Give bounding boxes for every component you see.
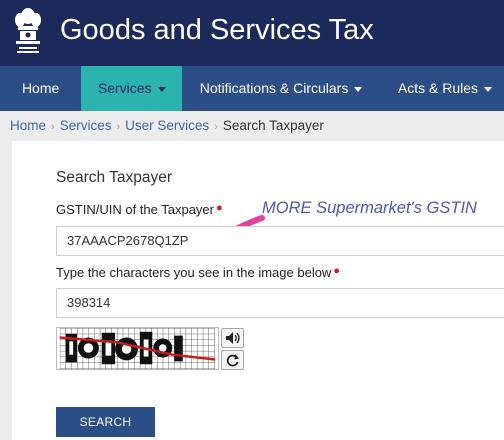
captcha-label-text: Type the characters you see in the image… [56,265,332,280]
breadcrumb: Home › Services › User Services › Search Taxpa… [0,111,504,141]
required-marker: ● [333,265,340,277]
captcha-audio-button[interactable] [221,328,244,348]
breadcrumb-services[interactable]: Services [60,118,112,133]
breadcrumb-user-services[interactable]: User Services [125,118,209,133]
breadcrumb-home[interactable]: Home [10,118,46,133]
nav-home-label: Home [21,80,60,96]
nav-acts-rules[interactable]: Acts & Rules [380,66,504,111]
captcha-refresh-button[interactable] [221,350,244,370]
header: Goods and Services Tax [0,0,504,66]
breadcrumb-separator-icon: › [116,121,121,133]
speaker-icon [226,332,240,344]
breadcrumb-current: Search Taxpayer [222,118,324,133]
main-nav: Home Services Notifications & Circulars … [0,66,504,111]
chevron-down-icon [157,86,166,92]
chevron-down-icon [354,86,363,92]
captcha-input[interactable]: 398314 [56,288,504,318]
captcha-image [56,327,219,370]
search-button[interactable]: SEARCH [56,407,155,437]
refresh-icon [226,354,239,367]
breadcrumb-separator-icon: › [214,121,218,133]
nav-notifications[interactable]: Notifications & Circulars [182,66,380,111]
form-title: Search Taxpayer [56,169,173,186]
chevron-down-icon [484,86,493,92]
captcha-label: Type the characters you see in the image… [56,265,340,280]
breadcrumb-separator-icon: › [51,121,55,133]
nav-notifications-label: Notifications & Circulars [199,80,349,96]
site-title: Goods and Services Tax [60,14,374,46]
nav-services[interactable]: Services [81,66,183,111]
emblem-logo [15,8,41,53]
annotation-text: MORE Supermarket's GSTIN [262,199,477,217]
nav-acts-label: Acts & Rules [397,80,479,96]
nav-home[interactable]: Home [0,66,81,111]
gstin-label: GSTIN/UIN of the Taxpayer ● [56,202,223,217]
nav-services-label: Services [97,80,152,96]
gstin-label-text: GSTIN/UIN of the Taxpayer [56,202,214,217]
gstin-input[interactable]: 37AAACP2678Q1ZP [56,226,504,256]
